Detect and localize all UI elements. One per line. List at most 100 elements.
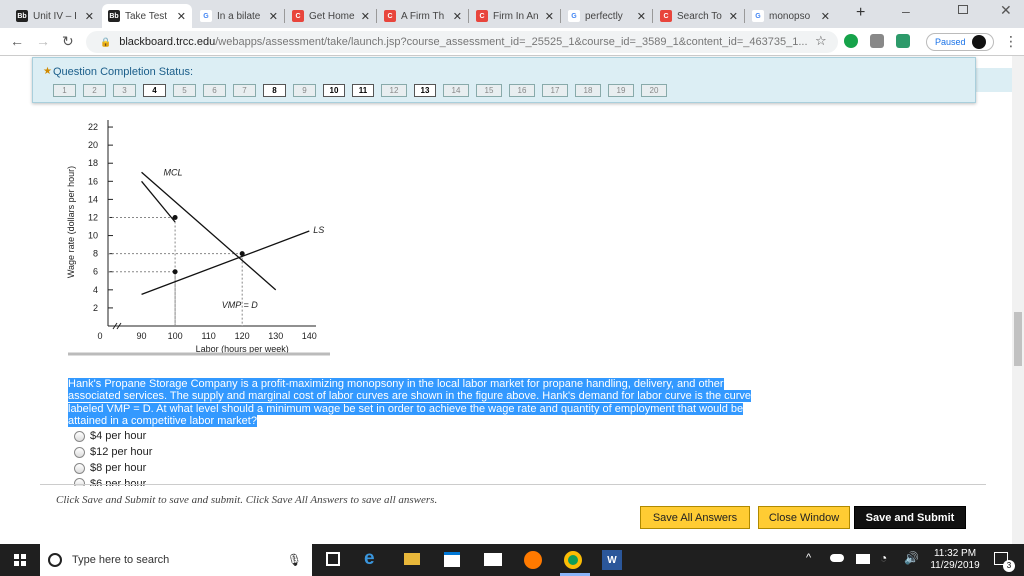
tab-close-icon[interactable]: ✕ — [821, 10, 830, 23]
url-path: /webapps/assessment/take/launch.jsp?cour… — [215, 36, 808, 48]
page-scrollbar[interactable] — [1012, 56, 1024, 544]
answer-option[interactable]: $12 per hour — [74, 446, 152, 458]
tab-close-icon[interactable]: ✕ — [269, 10, 278, 23]
blackboard-favicon-icon: Bb — [108, 10, 120, 22]
close-window-button[interactable]: Close Window — [758, 506, 850, 529]
show-hidden-icons-chevron-icon[interactable]: ^ — [806, 552, 811, 564]
paused-profile-button[interactable]: Paused — [926, 33, 994, 51]
battery-icon[interactable] — [856, 554, 870, 564]
y-tick-label: 10 — [88, 231, 98, 241]
google-favicon-icon: G — [568, 10, 580, 22]
question-status-11[interactable]: 11 — [352, 84, 374, 97]
taskbar-search-box[interactable]: Type here to search 🎙 — [40, 544, 312, 576]
tab-3[interactable]: C Get Home ✕ — [286, 4, 376, 28]
tab-8[interactable]: Gmonopso ✕ — [746, 4, 836, 28]
tab-close-icon[interactable]: ✕ — [361, 10, 370, 23]
radio-button[interactable] — [74, 462, 85, 474]
question-status-9[interactable]: 9 — [293, 84, 316, 97]
radio-button[interactable] — [74, 446, 85, 458]
question-status-2[interactable]: 2 — [83, 84, 106, 97]
task-view-icon[interactable] — [326, 552, 340, 566]
tab-4[interactable]: C A Firm Th ✕ — [378, 4, 468, 28]
question-status-7[interactable]: 7 — [233, 84, 256, 97]
reload-icon[interactable]: ↻ — [62, 33, 74, 50]
question-status-18[interactable]: 18 — [575, 84, 601, 97]
star-icon: ★ — [43, 66, 52, 77]
windows-taskbar: Type here to search 🎙 e W ^ ◔ 🔊 11:32 PM… — [0, 544, 1024, 576]
save-all-answers-button[interactable]: Save All Answers — [640, 506, 750, 529]
tab-close-icon[interactable]: ✕ — [545, 10, 554, 23]
chrome-icon[interactable] — [564, 551, 582, 569]
question-status-5[interactable]: 5 — [173, 84, 196, 97]
wifi-icon[interactable]: ◔ — [880, 551, 887, 565]
question-status-8[interactable]: 8 — [263, 84, 286, 97]
tab-2[interactable]: G In a bilate ✕ — [194, 4, 284, 28]
x-tick-label: 140 — [302, 331, 317, 341]
tab-close-icon[interactable]: ✕ — [453, 10, 462, 23]
question-status-12[interactable]: 12 — [381, 84, 407, 97]
tab-close-icon[interactable]: ✕ — [85, 10, 94, 23]
firefox-icon[interactable] — [524, 551, 542, 569]
x-tick-label: 120 — [235, 331, 250, 341]
restore-icon[interactable] — [958, 5, 968, 14]
save-and-submit-button[interactable]: Save and Submit — [854, 506, 966, 529]
forward-icon[interactable]: → — [36, 33, 50, 49]
tab-7[interactable]: C Search To ✕ — [654, 4, 744, 28]
volume-icon[interactable]: 🔊 — [904, 551, 919, 565]
question-status-20[interactable]: 20 — [641, 84, 667, 97]
close-window-icon[interactable]: ✕ — [1000, 2, 1012, 19]
microphone-icon[interactable]: 🎙 — [287, 553, 302, 567]
scrollbar-thumb[interactable] — [1014, 312, 1022, 366]
mail-icon[interactable] — [484, 553, 502, 566]
question-status-17[interactable]: 17 — [542, 84, 568, 97]
tab-close-icon[interactable]: ✕ — [637, 10, 646, 23]
y-tick-label: 22 — [88, 122, 98, 132]
question-status-4[interactable]: 4 — [143, 84, 166, 97]
curve-label: MCL — [164, 167, 183, 177]
word-icon[interactable]: W — [602, 550, 622, 570]
divider — [40, 484, 986, 485]
bookmark-star-icon[interactable]: ☆ — [815, 33, 827, 49]
question-status-19[interactable]: 19 — [608, 84, 634, 97]
question-status-13[interactable]: 13 — [414, 84, 436, 97]
onedrive-icon[interactable] — [830, 554, 844, 562]
menu-kebab-icon[interactable]: ⋮ — [1004, 33, 1018, 50]
windows-start-icon[interactable] — [14, 554, 26, 566]
answer-option[interactable]: $8 per hour — [74, 462, 146, 474]
address-bar[interactable]: 🔒 blackboard.trcc.edu/webapps/assessment… — [86, 31, 838, 53]
extension-icon[interactable] — [870, 34, 884, 48]
radio-button[interactable] — [74, 430, 85, 442]
answer-option[interactable]: $4 per hour — [74, 430, 146, 442]
question-status-1[interactable]: 1 — [53, 84, 76, 97]
question-status-16[interactable]: 16 — [509, 84, 535, 97]
question-status-6[interactable]: 6 — [203, 84, 226, 97]
footer-instructions: Click Save and Submit to save and submit… — [56, 494, 438, 506]
question-status-10[interactable]: 10 — [323, 84, 345, 97]
curve-label: LS — [313, 225, 324, 235]
minimize-icon[interactable]: – — [902, 3, 910, 19]
status-title: Question Completion Status: — [53, 66, 194, 78]
tab-strip: Bb Unit IV – I ✕ Bb Take Test ✕ G In a bilate ✕ C… — [0, 0, 1024, 28]
edge-icon[interactable]: e — [364, 548, 375, 570]
y-tick-label: 12 — [88, 212, 98, 222]
back-icon[interactable]: ← — [10, 33, 24, 49]
tab-title: Get Home — [309, 10, 355, 22]
question-status-14[interactable]: 14 — [443, 84, 469, 97]
store-icon[interactable] — [444, 552, 460, 567]
tab-5[interactable]: C Firm In An ✕ — [470, 4, 560, 28]
tab-6[interactable]: Gperfectly ✕ — [562, 4, 652, 28]
tab-separator — [284, 9, 285, 23]
file-explorer-icon[interactable] — [404, 553, 420, 565]
tab-0[interactable]: Bb Unit IV – I ✕ — [10, 4, 100, 28]
question-status-3[interactable]: 3 — [113, 84, 136, 97]
question-status-15[interactable]: 15 — [476, 84, 502, 97]
tab-close-icon[interactable]: ✕ — [729, 10, 738, 23]
taskbar-clock[interactable]: 11:32 PM 11/29/2019 — [926, 548, 984, 572]
x-tick-label: 130 — [268, 331, 283, 341]
extension-green-icon[interactable] — [896, 34, 910, 48]
tab-1[interactable]: Bb Take Test ✕ — [102, 4, 192, 28]
chegg-favicon-icon: C — [660, 10, 672, 22]
tab-close-icon[interactable]: ✕ — [177, 10, 186, 23]
grammarly-extension-icon[interactable] — [844, 34, 858, 48]
new-tab-icon[interactable]: + — [856, 4, 865, 22]
